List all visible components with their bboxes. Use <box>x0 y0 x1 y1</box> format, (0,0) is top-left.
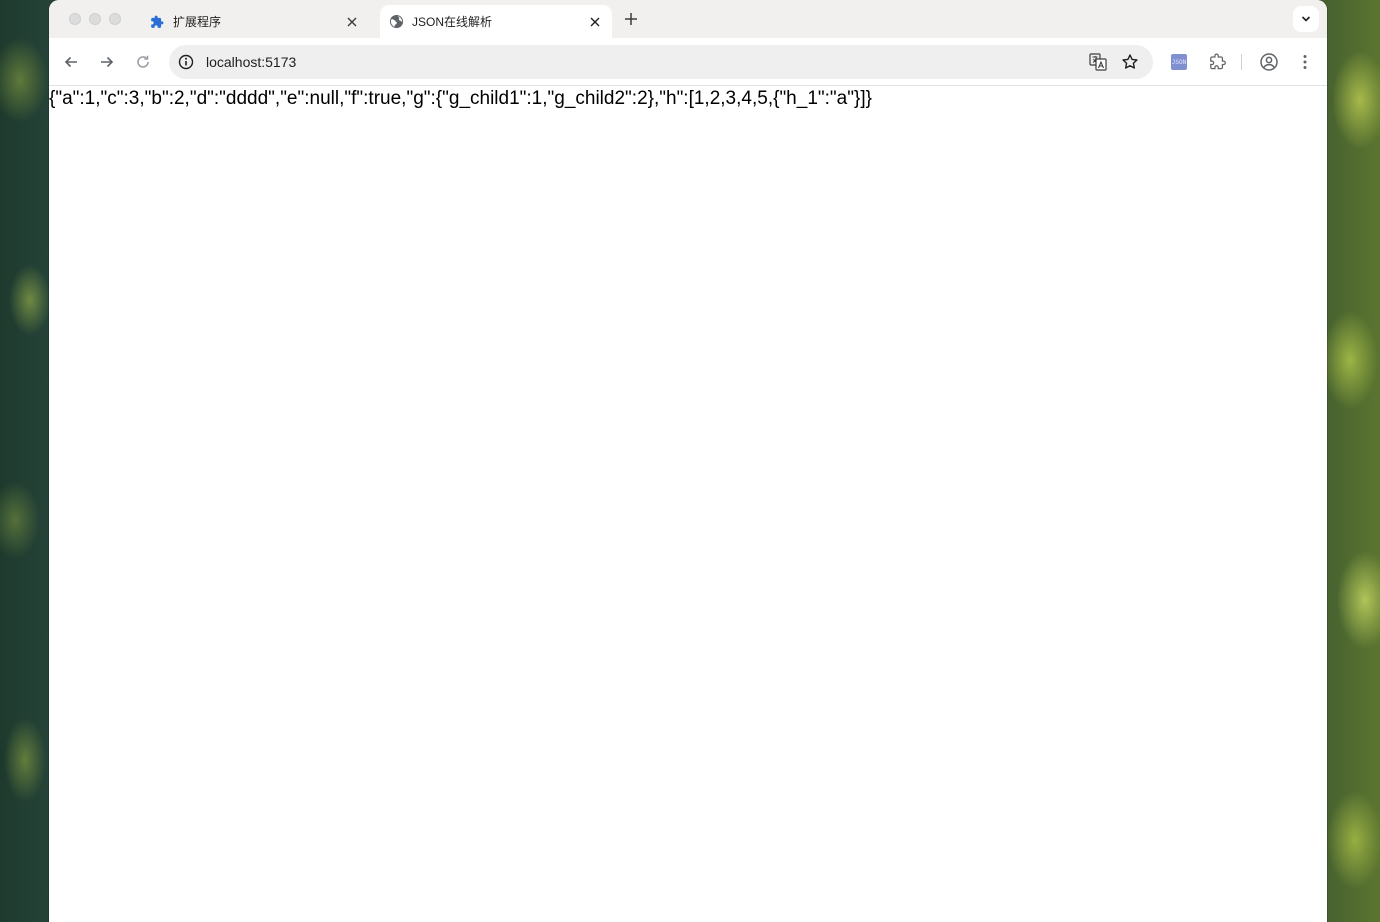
more-menu-icon[interactable] <box>1295 52 1315 72</box>
maximize-window-button[interactable] <box>109 13 121 25</box>
close-icon[interactable] <box>586 13 604 31</box>
browser-window: 扩展程序 JSON在线解析 localhost:5173 JSON {"a":1… <box>49 0 1327 922</box>
new-tab-button[interactable] <box>621 9 641 29</box>
toolbar-divider <box>1241 54 1242 70</box>
back-button[interactable] <box>59 50 83 74</box>
window-controls <box>69 13 121 25</box>
tab-search-button[interactable] <box>1293 6 1319 32</box>
minimize-window-button[interactable] <box>89 13 101 25</box>
tab-json-parser[interactable]: JSON在线解析 <box>380 5 612 38</box>
raw-json-output: {"a":1,"c":3,"b":2,"d":"dddd","e":null,"… <box>49 88 872 109</box>
page-content: {"a":1,"c":3,"b":2,"d":"dddd","e":null,"… <box>49 86 1327 922</box>
forward-button[interactable] <box>95 50 119 74</box>
profile-icon[interactable] <box>1259 52 1279 72</box>
json-extension-icon[interactable]: JSON <box>1171 54 1187 70</box>
plus-icon <box>625 13 637 25</box>
close-icon[interactable] <box>343 13 361 31</box>
tab-title: 扩展程序 <box>173 15 222 29</box>
arrow-right-icon <box>101 56 114 68</box>
reload-icon <box>137 55 149 68</box>
chevron-down-icon <box>1301 16 1311 22</box>
close-window-button[interactable] <box>69 13 81 25</box>
extensions-puzzle-icon[interactable] <box>1207 52 1227 72</box>
translate-icon[interactable] <box>1089 53 1107 71</box>
bookmark-star-icon[interactable] <box>1121 53 1139 71</box>
extension-badge-label: JSON <box>1171 58 1187 66</box>
url-text[interactable]: localhost:5173 <box>206 54 296 70</box>
puzzle-icon <box>149 14 165 30</box>
arrow-left-icon <box>64 56 77 68</box>
tab-strip: 扩展程序 JSON在线解析 <box>49 0 1327 38</box>
tab-extensions[interactable]: 扩展程序 <box>141 5 369 38</box>
site-info-icon[interactable] <box>177 53 195 71</box>
toolbar: localhost:5173 JSON <box>49 38 1327 86</box>
address-bar[interactable]: localhost:5173 <box>169 45 1153 79</box>
globe-icon <box>388 14 404 30</box>
tab-title: JSON在线解析 <box>412 15 493 29</box>
reload-button[interactable] <box>131 50 155 74</box>
